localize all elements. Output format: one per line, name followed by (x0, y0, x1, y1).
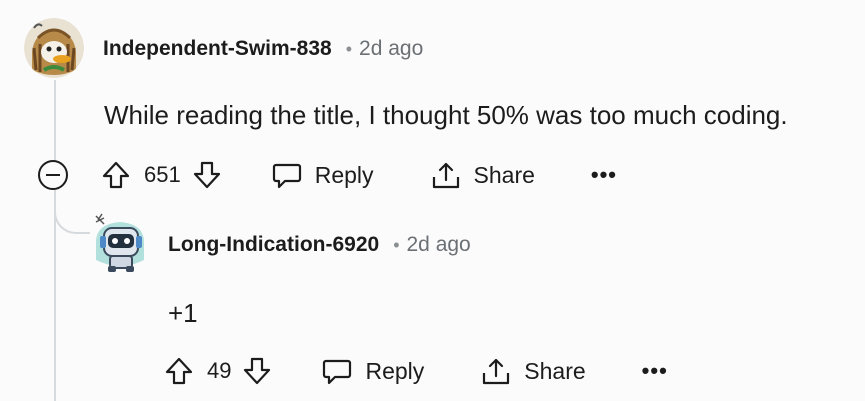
collapse-minus-icon (46, 174, 60, 176)
collapse-button[interactable] (38, 160, 68, 190)
speech-bubble-icon (271, 159, 303, 191)
vote-count: 49 (207, 358, 232, 383)
comment-actions: 49 Reply Share ••• (163, 351, 668, 391)
ellipsis-icon: ••• (590, 162, 618, 187)
avatar[interactable] (90, 212, 150, 272)
arrow-up-icon[interactable] (163, 355, 195, 387)
separator-dot: • (393, 234, 400, 255)
comment-actions: 651 Reply Share ••• (38, 155, 617, 195)
thread-branch-line (54, 196, 90, 234)
timestamp[interactable]: 2d ago (359, 37, 423, 61)
separator-dot: • (345, 38, 353, 59)
comment-thread: Independent-Swim-838 • 2d ago While read… (0, 0, 865, 401)
share-button[interactable]: Share (430, 159, 535, 191)
comment-meta: Independent-Swim-838 • 2d ago (103, 37, 423, 61)
ellipsis-icon: ••• (641, 358, 668, 383)
share-icon (480, 355, 512, 387)
thread-line[interactable] (54, 80, 56, 164)
vote-count: 651 (144, 162, 181, 187)
timestamp[interactable]: 2d ago (407, 233, 471, 257)
comment-body: While reading the title, I thought 50% w… (104, 100, 788, 130)
arrow-down-icon[interactable] (191, 159, 223, 191)
speech-bubble-icon (321, 355, 353, 387)
more-options-button[interactable]: ••• (591, 164, 617, 186)
vote-control: 49 (163, 355, 273, 387)
share-icon (430, 159, 462, 191)
reply-label: Reply (365, 357, 425, 384)
more-options-button[interactable]: ••• (642, 360, 668, 382)
reply-button[interactable]: Reply (321, 355, 424, 387)
reply-label: Reply (314, 161, 374, 188)
avatar[interactable] (24, 18, 84, 78)
vote-control: 651 (100, 159, 223, 191)
comment-meta: Long-Indication-6920 • 2d ago (168, 233, 471, 257)
username[interactable]: Long-Indication-6920 (168, 233, 379, 257)
comment-body: +1 (168, 298, 198, 328)
reply-button[interactable]: Reply (271, 159, 374, 191)
share-label: Share (524, 357, 586, 384)
share-label: Share (473, 161, 535, 188)
share-button[interactable]: Share (480, 355, 586, 387)
arrow-down-icon[interactable] (241, 355, 273, 387)
username[interactable]: Independent-Swim-838 (103, 37, 332, 61)
arrow-up-icon[interactable] (100, 159, 132, 191)
